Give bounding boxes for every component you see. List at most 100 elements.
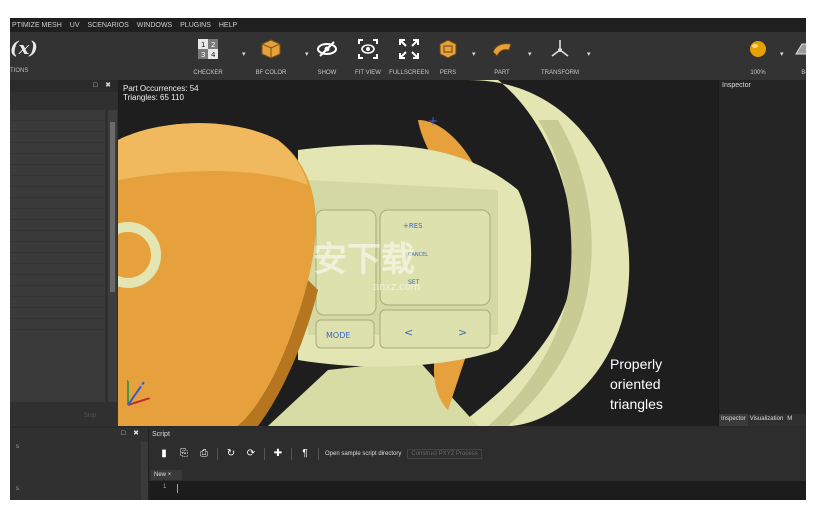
tree-row[interactable] — [10, 165, 105, 176]
bottom-panel-window-controls[interactable]: □ ✖ — [121, 429, 142, 437]
menu-item-uv[interactable]: UV — [70, 22, 80, 29]
menu-item-optimize-mesh[interactable]: PTIMIZE MESH — [12, 22, 62, 29]
tree-row[interactable] — [10, 297, 105, 308]
inspector-title: Inspector — [722, 82, 751, 89]
zoom-dropdown-icon[interactable]: ▾ — [780, 50, 784, 58]
menu-item-windows[interactable]: WINDOWS — [137, 22, 172, 29]
text-caret — [177, 484, 178, 493]
perspective-dropdown-icon[interactable]: ▾ — [472, 50, 476, 58]
options-label: TIONS — [10, 68, 29, 74]
part-icon — [492, 43, 512, 57]
menu-item-plugins[interactable]: PLUGINS — [180, 22, 211, 29]
line-number: 1 — [163, 484, 167, 490]
transform-dropdown-icon[interactable]: ▾ — [587, 50, 591, 58]
zoom-button[interactable]: 100% — [738, 36, 778, 78]
tree-row[interactable] — [10, 198, 105, 209]
save-script-icon[interactable]: ⎙ — [197, 448, 211, 460]
part-button[interactable]: PART — [482, 36, 522, 78]
tree-row[interactable] — [10, 110, 105, 121]
scene-tree-list[interactable] — [10, 110, 105, 402]
left-arrow-label: < — [404, 326, 413, 339]
checker-button[interactable]: 1 2 3 4 CHECKER — [188, 36, 228, 78]
tree-row[interactable] — [10, 187, 105, 198]
tree-row[interactable] — [10, 253, 105, 264]
part-occurrences-count: Part Occurrences: 54 — [123, 84, 199, 93]
perspective-button[interactable]: PERS — [428, 36, 468, 78]
watermark: 安下载 anxz.com — [313, 232, 420, 293]
construct-process-button[interactable]: Construct PXYZ Process — [407, 449, 482, 459]
res-button-label: +RES — [403, 222, 423, 230]
tab-visualization[interactable]: Visualization — [748, 414, 786, 426]
toolbar-separator — [264, 448, 265, 460]
caption-line-3: triangles — [610, 396, 663, 412]
checker-num-4: 4 — [211, 51, 216, 59]
tree-row[interactable] — [10, 121, 105, 132]
tree-row[interactable] — [10, 154, 105, 165]
open-script-icon[interactable]: ⎘ — [177, 448, 191, 460]
panel-window-controls[interactable]: □ ✖ — [93, 81, 114, 89]
tree-row[interactable] — [10, 220, 105, 231]
checker-num-3: 3 — [201, 51, 205, 59]
app-logo: (x) — [10, 38, 38, 59]
tree-row[interactable] — [10, 264, 105, 275]
paddle-plus-label: + — [428, 114, 438, 128]
eye-slash-icon — [317, 41, 337, 57]
tree-row[interactable] — [10, 242, 105, 253]
pilcrow-icon[interactable]: ¶ — [298, 448, 312, 460]
perspective-icon — [439, 39, 457, 59]
menu-bar: PTIMIZE MESH UV SCENARIOS WINDOWS PLUGIN… — [10, 18, 806, 32]
toolbar-separator — [217, 448, 218, 460]
transform-button[interactable]: TRANSFORM — [540, 36, 580, 78]
material-button[interactable]: B4 — [785, 36, 806, 78]
tree-row[interactable] — [10, 319, 105, 330]
part-label: PART — [494, 70, 510, 76]
material-icon — [795, 43, 806, 55]
script-tab-label: New — [154, 472, 167, 478]
bf-color-label: BF COLOR — [255, 70, 287, 76]
tree-scrollbar-thumb[interactable] — [110, 122, 115, 292]
new-script-icon[interactable]: ▮ — [157, 448, 171, 460]
triangles-count: Triangles: 65 110 — [123, 93, 184, 102]
caption-line-1: Properly — [610, 356, 663, 372]
tree-row[interactable] — [10, 143, 105, 154]
checker-num-1: 1 — [201, 41, 205, 49]
tree-row[interactable] — [10, 286, 105, 297]
viewport-stats: Part Occurrences: 54 Triangles: 65 110 — [123, 84, 199, 102]
bottom-left-scrollbar[interactable] — [141, 442, 148, 500]
inspector-panel: Inspector Inspector Visualization M — [718, 80, 806, 426]
material-label: B4 — [801, 70, 806, 76]
tab-inspector[interactable]: Inspector — [719, 414, 748, 426]
open-sample-script-link[interactable]: Open sample script directory — [325, 451, 401, 457]
inspector-tabs: Inspector Visualization M — [719, 414, 806, 426]
checker-dropdown-icon[interactable]: ▾ — [242, 50, 246, 58]
tree-row[interactable] — [10, 275, 105, 286]
tree-row[interactable] — [10, 308, 105, 319]
watermark-domain: anxz.com — [373, 281, 421, 293]
tree-scrollbar[interactable] — [108, 110, 117, 402]
stop-button[interactable]: Stop — [70, 410, 110, 422]
menu-item-help[interactable]: HELP — [219, 22, 237, 29]
3d-viewport[interactable]: + +RES CANCEL SET MODE < > Part Occurren… — [118, 80, 718, 426]
scene-tree-panel: □ ✖ Stop — [10, 80, 119, 426]
bf-color-button[interactable]: BF COLOR — [251, 36, 291, 78]
menu-item-scenarios[interactable]: SCENARIOS — [88, 22, 129, 29]
tree-row[interactable] — [10, 209, 105, 220]
cube-icon — [261, 39, 281, 59]
toolbar-separator — [291, 448, 292, 460]
reload-icon[interactable]: ↻ — [224, 448, 238, 460]
close-icon[interactable]: × — [168, 472, 172, 478]
bottom-left-panel: □ ✖ s s — [10, 428, 149, 500]
mode-button-label: MODE — [326, 331, 350, 340]
bottom-row-mark: s — [16, 444, 19, 450]
tree-row[interactable] — [10, 176, 105, 187]
part-dropdown-icon[interactable]: ▾ — [528, 50, 532, 58]
tab-m[interactable]: M — [785, 414, 794, 426]
tree-row[interactable] — [10, 231, 105, 242]
transform-label: TRANSFORM — [541, 70, 579, 76]
script-editor[interactable]: 1 — [149, 481, 806, 500]
run-icon[interactable]: ⟳ — [244, 448, 258, 460]
add-icon[interactable]: ✚ — [271, 448, 285, 460]
script-tab-new[interactable]: New × — [151, 470, 182, 480]
caption-line-2: oriented — [610, 376, 661, 392]
tree-row[interactable] — [10, 132, 105, 143]
